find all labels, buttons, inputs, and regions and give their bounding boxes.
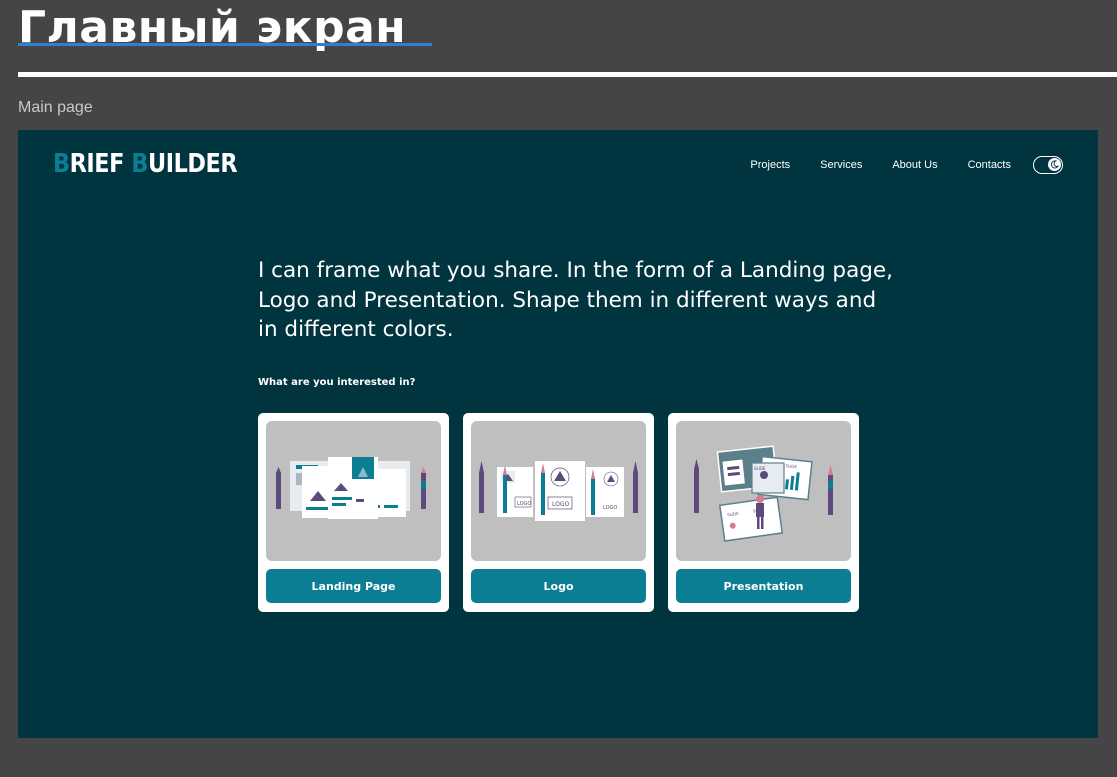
nav-projects[interactable]: Projects: [750, 159, 790, 171]
logo-button[interactable]: Logo: [471, 569, 646, 603]
slide-text-2: SLIDE: [754, 466, 766, 471]
card-landing-page-image: [266, 421, 441, 561]
card-logo-image: LOGO LOGO LOGO: [471, 421, 646, 561]
landing-page-illustration: [276, 457, 426, 519]
nav-services[interactable]: Services: [820, 159, 862, 171]
card-presentation[interactable]: SLIDE SLIDE SLIDE SLIDE: [668, 413, 859, 612]
logo-word-2: UILDER: [147, 149, 238, 179]
main-page-frame: BRIEF BUILDER Projects Services About Us…: [18, 130, 1098, 738]
frame-label[interactable]: Main page: [18, 99, 93, 117]
logo-mockup-text-1: LOGO: [517, 501, 531, 507]
logo-mockup-text-2: LOGO: [552, 501, 570, 508]
service-cards: Landing Page LOGO LOGO LOGO Logo SLIDE S…: [258, 413, 859, 612]
landing-page-button[interactable]: Landing Page: [266, 569, 441, 603]
card-logo[interactable]: LOGO LOGO LOGO Logo: [463, 413, 654, 612]
nav-contacts[interactable]: Contacts: [968, 159, 1011, 171]
logo-initial-1: B: [53, 149, 70, 179]
theme-toggle[interactable]: [1033, 156, 1063, 174]
presentation-button[interactable]: Presentation: [676, 569, 851, 603]
logo-initial-2: B: [131, 149, 148, 179]
nav-about-us[interactable]: About Us: [892, 159, 937, 171]
logo-word-1: RIEF: [69, 149, 132, 179]
card-presentation-image: SLIDE SLIDE SLIDE SLIDE: [676, 421, 851, 561]
presentation-illustration: SLIDE SLIDE SLIDE SLIDE: [694, 445, 833, 542]
main-nav: Projects Services About Us Contacts: [750, 156, 1063, 174]
board-divider: [18, 72, 1117, 77]
card-landing-page[interactable]: Landing Page: [258, 413, 449, 612]
logo-mockup-text-3: LOGO: [603, 505, 617, 511]
moon-icon: [1050, 160, 1059, 169]
logo-illustration: LOGO LOGO LOGO: [479, 461, 638, 521]
hero-headline: I can frame what you share. In the form …: [258, 258, 893, 342]
interest-question: What are you interested in?: [258, 377, 416, 388]
board-title-underline: [18, 43, 432, 46]
toggle-knob: [1048, 158, 1061, 171]
site-logo[interactable]: BRIEF BUILDER: [53, 149, 238, 179]
board-title: Главный экран: [18, 2, 407, 53]
